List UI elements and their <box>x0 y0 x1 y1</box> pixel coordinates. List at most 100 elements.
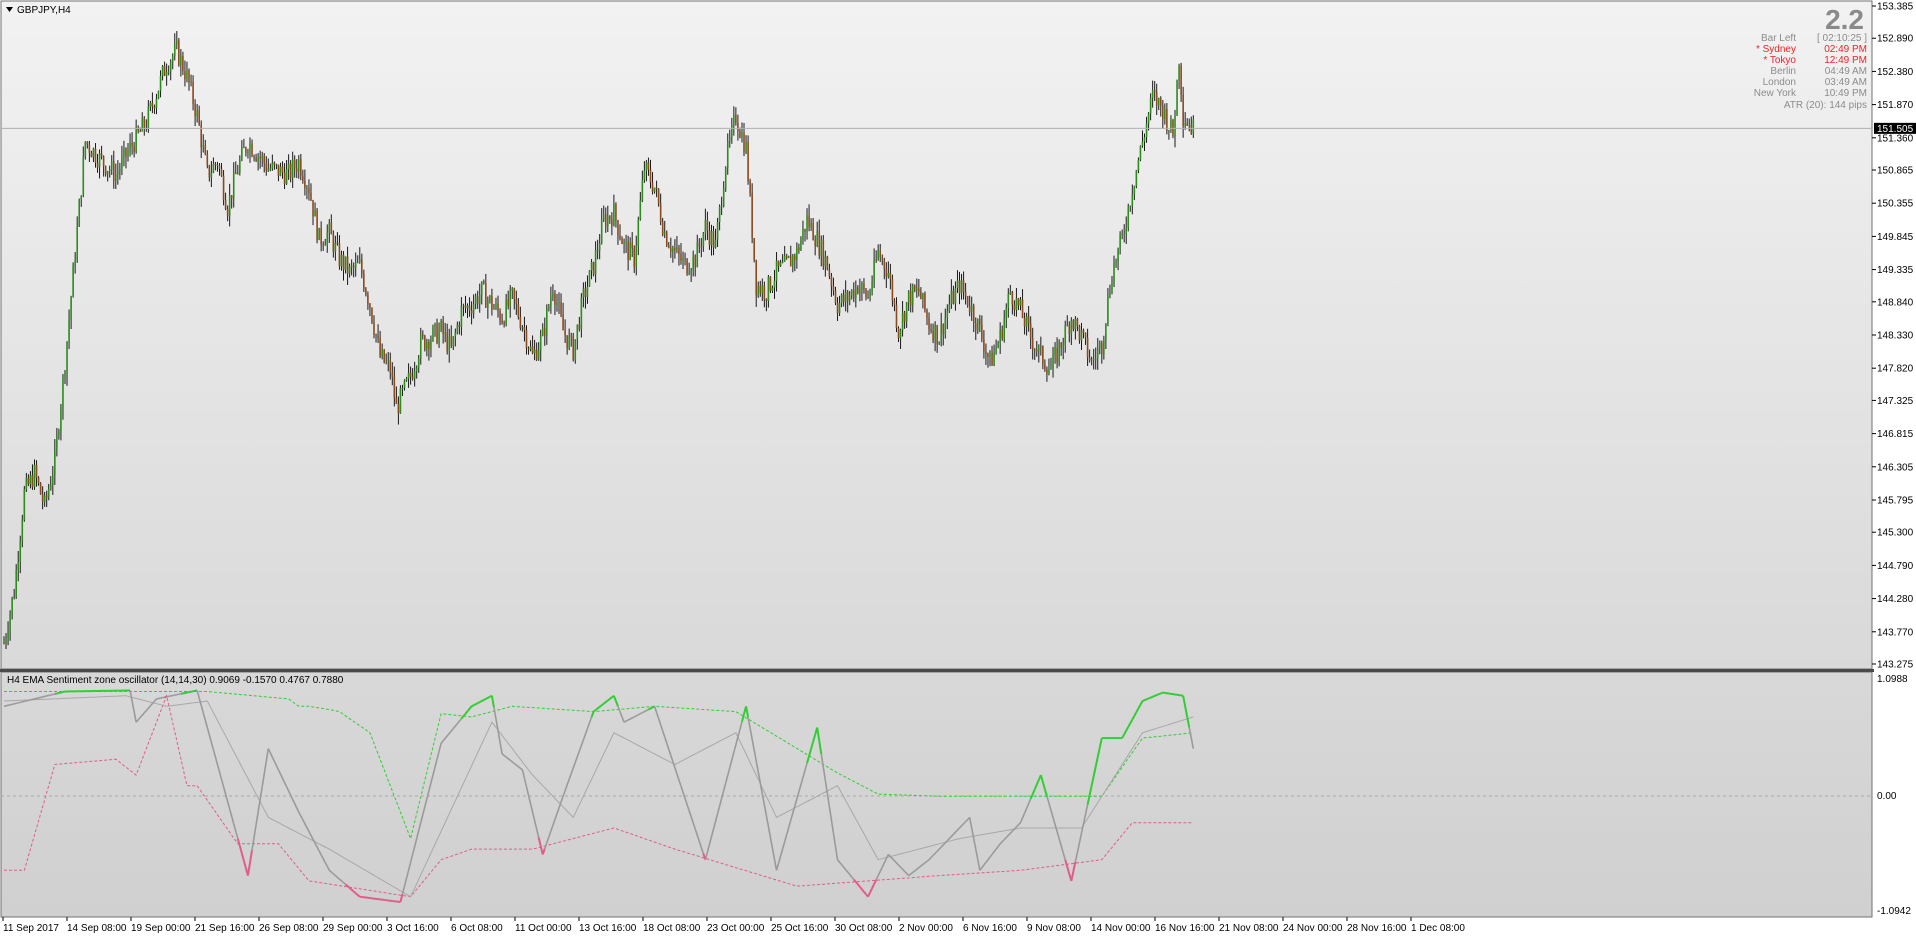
candle-body <box>637 219 640 247</box>
candle-body <box>627 241 629 261</box>
candle-body <box>497 303 499 312</box>
time-axis-label: 11 Sep 2017 <box>3 923 59 934</box>
candle-body <box>450 336 453 346</box>
candle-body <box>1011 291 1014 305</box>
candle-body <box>432 327 434 341</box>
candle-body <box>684 258 686 260</box>
candle-body <box>482 281 485 284</box>
candle-body <box>161 66 164 76</box>
time-axis-label: 3 Oct 16:00 <box>387 923 439 934</box>
osc-axis-label-bottom: -1.0942 <box>1877 906 1911 917</box>
candle-body <box>810 223 812 227</box>
candle-body <box>1184 123 1186 127</box>
candle-body <box>1143 137 1146 142</box>
candle-body <box>45 495 48 498</box>
candle-body <box>617 220 619 236</box>
candle-body <box>710 231 713 246</box>
candle-body <box>255 157 257 161</box>
candle-body <box>714 239 717 248</box>
candle-body <box>789 256 792 267</box>
candle-body <box>665 232 668 246</box>
candle-body <box>31 475 34 488</box>
candle-body <box>51 474 54 485</box>
time-axis-label: 14 Nov 00:00 <box>1091 923 1151 934</box>
window-splitter[interactable] <box>0 669 1874 672</box>
candle-body <box>948 304 951 312</box>
price-axis-label: 149.335 <box>1877 265 1914 276</box>
chart-canvas[interactable]: GBPJPY,H4 153.385152.890152.380151.87015… <box>0 0 1916 938</box>
candle-body <box>293 159 296 169</box>
candle-body <box>850 290 853 296</box>
time-axis-label: 16 Nov 16:00 <box>1155 923 1215 934</box>
price-axis-label: 152.380 <box>1877 67 1914 78</box>
candle-body <box>525 330 528 349</box>
candle-body <box>619 235 621 239</box>
time-axis-label: 13 Oct 16:00 <box>579 923 637 934</box>
candle-body <box>249 143 251 152</box>
candle-body <box>629 242 631 261</box>
candle-body <box>611 218 613 226</box>
candle-body <box>966 295 969 306</box>
candle-body <box>737 122 739 132</box>
candle-body <box>125 148 127 158</box>
candle-body <box>424 336 426 350</box>
candle-body <box>556 303 558 305</box>
candle-body <box>1058 342 1060 363</box>
candle-body <box>909 290 912 306</box>
oscillator-segment <box>479 700 483 703</box>
candle-body <box>533 349 536 354</box>
candle-body <box>100 153 103 157</box>
candle-body <box>1050 368 1052 370</box>
price-axis-label: 143.770 <box>1877 627 1914 638</box>
candle-body <box>489 295 491 300</box>
candle-body <box>106 171 109 175</box>
candle-body <box>718 206 721 223</box>
candle-body <box>192 81 194 104</box>
candle-body <box>590 261 593 271</box>
osc-axis-label-zero: 0.00 <box>1877 791 1897 802</box>
oscillator-plot-area[interactable] <box>0 671 1873 918</box>
candle-body <box>373 322 375 335</box>
candle-body <box>178 40 180 66</box>
candle-body <box>15 569 17 597</box>
time-axis-label: 2 Nov 00:00 <box>899 923 953 934</box>
candle-body <box>1192 119 1195 134</box>
candle-body <box>651 182 654 192</box>
candle-body <box>964 291 967 296</box>
candle-body <box>781 261 784 263</box>
candle-body <box>997 343 999 348</box>
candle-body <box>261 156 263 159</box>
candle-body <box>749 181 751 194</box>
candle-body <box>574 339 577 360</box>
candle-body <box>757 285 760 296</box>
candle-body <box>936 325 938 345</box>
candle-body <box>354 262 357 268</box>
oscillator-segment <box>1156 693 1160 697</box>
candle-body <box>1153 90 1156 93</box>
info-row-value: 04:49 AM <box>1825 66 1867 77</box>
candle-body <box>552 293 554 297</box>
candle-body <box>165 72 168 76</box>
mt4-chart-window[interactable]: GBPJPY,H4 153.385 152.890 152.380 151.870 15… <box>0 0 1916 938</box>
candle-body <box>543 328 546 336</box>
candle-body <box>586 286 589 298</box>
candle-body <box>753 238 755 261</box>
candle-body <box>1003 319 1006 339</box>
oscillator-axis[interactable]: 1.0988 0.00 -1.0942 <box>1877 674 1911 917</box>
oscillator-segment <box>631 716 635 719</box>
candle-body <box>1190 124 1193 134</box>
oscillator-segment <box>639 711 643 715</box>
oscillator-segment <box>607 698 611 702</box>
time-axis[interactable]: 11 Sep 2017 14 Sep 08:00 19 Sep 00:00 21 Se… <box>2 917 1465 934</box>
candle-body <box>861 283 863 290</box>
candle-body <box>712 231 715 248</box>
candle-body <box>285 169 288 184</box>
candle-body <box>173 44 176 56</box>
oscillator-segment <box>1144 698 1147 702</box>
candle-body <box>560 302 562 315</box>
price-axis[interactable]: 153.385 152.890 152.380 151.870 151.360 150.8… <box>1872 2 1914 671</box>
candle-body <box>1151 90 1154 98</box>
candle-body <box>848 295 851 301</box>
candle-body <box>615 204 617 221</box>
candle-body <box>920 291 922 300</box>
